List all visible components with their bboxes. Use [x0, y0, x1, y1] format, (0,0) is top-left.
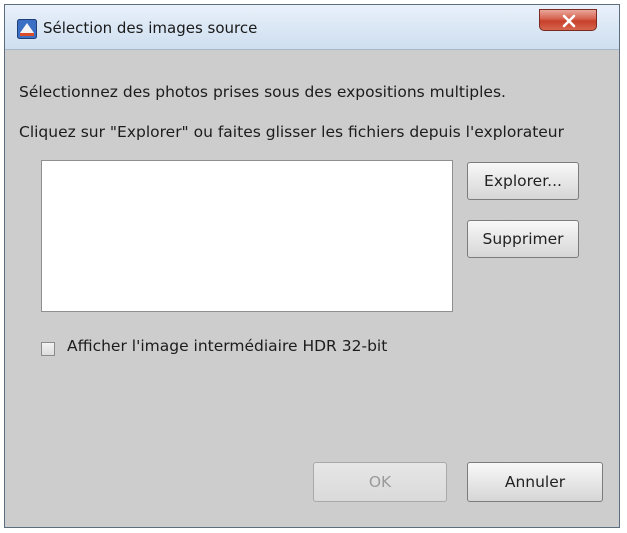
annuler-button[interactable]: Annuler — [467, 462, 603, 502]
instruction-line-2: Cliquez sur "Explorer" ou faites glisser… — [19, 123, 564, 141]
supprimer-button[interactable]: Supprimer — [467, 220, 579, 258]
dialog-body: Sélectionnez des photos prises sous des … — [5, 50, 619, 527]
show-hdr-label[interactable]: Afficher l'image intermédiaire HDR 32-bi… — [67, 337, 387, 355]
window-title: Sélection des images source — [43, 19, 258, 37]
app-icon — [17, 19, 37, 39]
source-images-dialog: Sélection des images source Sélectionnez… — [4, 4, 620, 528]
instruction-line-1: Sélectionnez des photos prises sous des … — [19, 83, 506, 101]
explorer-button[interactable]: Explorer... — [467, 162, 579, 200]
close-icon — [562, 14, 576, 28]
show-hdr-checkbox[interactable] — [41, 342, 55, 356]
ok-button[interactable]: OK — [313, 462, 447, 502]
close-button[interactable] — [539, 9, 597, 31]
source-files-list[interactable] — [41, 160, 453, 312]
title-bar[interactable]: Sélection des images source — [5, 5, 619, 50]
